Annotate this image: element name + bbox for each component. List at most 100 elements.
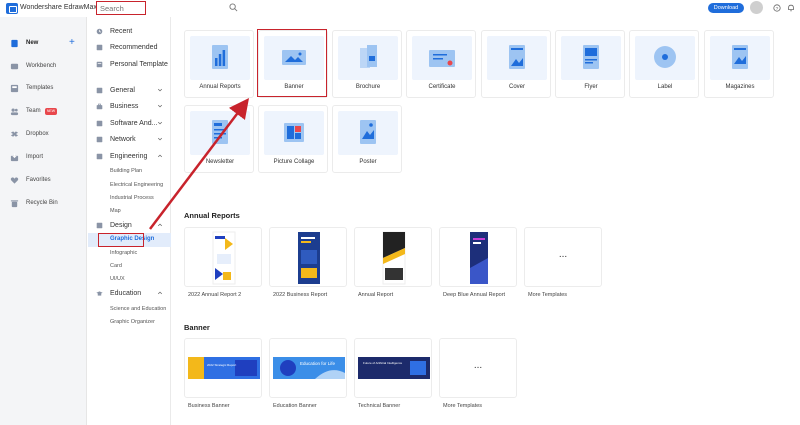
type-tile-brochure[interactable]: Brochure bbox=[332, 30, 402, 98]
personal-template-icon bbox=[96, 61, 103, 68]
template-title: More Templates bbox=[443, 403, 483, 409]
category-personal-template[interactable]: Personal Template bbox=[88, 58, 171, 72]
nav-item-import[interactable]: Import bbox=[0, 150, 87, 166]
avatar[interactable] bbox=[750, 1, 763, 14]
template-title: Education Banner bbox=[273, 403, 317, 409]
search-icon[interactable] bbox=[229, 3, 238, 12]
plus-icon[interactable]: + bbox=[69, 37, 75, 48]
template-title: Deep Blue Annual Report bbox=[443, 292, 506, 298]
chevron-up-icon bbox=[157, 291, 163, 295]
nav-item-templates[interactable]: Templates bbox=[0, 81, 87, 97]
category-business[interactable]: Business bbox=[88, 100, 171, 114]
svg-text:?: ? bbox=[776, 6, 779, 12]
bell-icon[interactable] bbox=[787, 4, 795, 12]
category-label: Recent bbox=[110, 28, 133, 35]
category-recommended[interactable]: Recommended bbox=[88, 41, 171, 55]
chevron-up-icon bbox=[157, 154, 163, 158]
subcategory-infographic[interactable]: Infographic bbox=[110, 250, 137, 256]
nav-item-new[interactable]: New + bbox=[0, 36, 87, 52]
nav-item-label: Import bbox=[26, 154, 44, 160]
workbench-icon bbox=[10, 63, 19, 70]
nav-item-workbench[interactable]: Workbench bbox=[0, 59, 87, 75]
subcategory-ui-ux[interactable]: UI/UX bbox=[110, 276, 125, 282]
tile-thumbnail bbox=[338, 111, 398, 155]
more-templates-annual-reports[interactable]: ... bbox=[524, 227, 602, 287]
subcategory-electrical-engineering[interactable]: Electrical Engineering bbox=[110, 182, 163, 188]
more-templates-banner[interactable]: ... bbox=[439, 338, 517, 398]
template-card-deep-blue-annual-report[interactable] bbox=[439, 227, 517, 287]
category-education[interactable]: Education bbox=[88, 287, 171, 301]
template-thumbnail bbox=[470, 232, 488, 284]
template-thumbnail bbox=[212, 231, 236, 285]
template-title: Technical Banner bbox=[358, 403, 401, 409]
new-badge: NEW bbox=[45, 108, 57, 115]
template-card-2022-business-report[interactable] bbox=[269, 227, 347, 287]
general-icon bbox=[96, 87, 103, 94]
tile-label: Annual Reports bbox=[199, 84, 241, 90]
cover-icon bbox=[509, 45, 525, 69]
subcategory-card[interactable]: Card bbox=[110, 263, 122, 269]
category-software[interactable]: Software And... bbox=[88, 117, 171, 131]
tile-thumbnail bbox=[338, 36, 398, 80]
nav-item-recycle-bin[interactable]: Recycle Bin bbox=[0, 196, 87, 212]
subcategory-industrial-process[interactable]: Industrial Process bbox=[110, 195, 154, 201]
banner-highlight-box bbox=[257, 29, 327, 97]
template-thumbnail bbox=[188, 357, 260, 379]
category-label: Recommended bbox=[110, 44, 158, 51]
type-tile-annual-reports[interactable]: Annual Reports bbox=[184, 30, 254, 98]
chevron-down-icon bbox=[157, 121, 163, 125]
engineering-icon bbox=[96, 153, 103, 160]
type-tile-picture-collage[interactable]: Picture Collage bbox=[258, 105, 328, 173]
tile-label: Label bbox=[657, 84, 673, 90]
template-card-business-banner[interactable]: 2022 Strategic Report bbox=[184, 338, 262, 398]
category-design[interactable]: Design bbox=[88, 219, 171, 233]
nav-item-dropbox[interactable]: Dropbox bbox=[0, 127, 87, 143]
template-card-technical-banner[interactable]: Future of Artificial Intelligence bbox=[354, 338, 432, 398]
edrawmax-window: Wondershare EdrawMax Download ? New + bbox=[0, 0, 800, 425]
nav-item-label: New bbox=[26, 40, 39, 46]
template-title: More Templates bbox=[528, 292, 568, 298]
template-card-education-banner[interactable]: Education for Life bbox=[269, 338, 347, 398]
download-button[interactable]: Download bbox=[708, 3, 744, 13]
trash-icon bbox=[10, 200, 19, 208]
title-bar: Wondershare EdrawMax Download ? bbox=[0, 0, 800, 17]
tile-label: Newsletter bbox=[205, 159, 235, 165]
type-tile-label[interactable]: Label bbox=[629, 30, 699, 98]
category-engineering[interactable]: Engineering bbox=[88, 150, 171, 164]
help-icon[interactable]: ? bbox=[773, 4, 781, 12]
subcategory-graphic-organizer[interactable]: Graphic Organizer bbox=[110, 319, 155, 325]
type-tile-cover[interactable]: Cover bbox=[481, 30, 551, 98]
tile-thumbnail bbox=[487, 36, 547, 80]
annual-report-icon bbox=[212, 45, 228, 69]
category-general[interactable]: General bbox=[88, 84, 171, 98]
type-tile-certificate[interactable]: Certificate bbox=[406, 30, 476, 98]
picture-collage-icon bbox=[284, 123, 304, 142]
nav-item-team[interactable]: Team NEW bbox=[0, 104, 87, 120]
banner-thumb-text: Education for Life bbox=[300, 361, 336, 366]
category-network[interactable]: Network bbox=[88, 133, 171, 147]
subcategory-map[interactable]: Map bbox=[110, 208, 121, 214]
banner-thumb-text: Future of Artificial Intelligence bbox=[363, 361, 403, 365]
team-icon bbox=[10, 108, 19, 116]
graphic-design-highlight-box bbox=[98, 233, 144, 247]
nav-item-label: Workbench bbox=[26, 63, 57, 69]
nav-item-favorites[interactable]: Favorites bbox=[0, 173, 87, 189]
search-bar[interactable] bbox=[96, 1, 244, 15]
business-icon bbox=[96, 103, 103, 110]
type-tile-flyer[interactable]: Flyer bbox=[555, 30, 625, 98]
nav-item-label: Favorites bbox=[26, 177, 51, 183]
type-tile-newsletter[interactable]: Newsletter bbox=[184, 105, 254, 173]
type-tile-magazines[interactable]: Magazines bbox=[704, 30, 774, 98]
template-card-annual-report[interactable] bbox=[354, 227, 432, 287]
template-title: 2022 Business Report bbox=[273, 292, 328, 298]
section-title-annual-reports: Annual Reports bbox=[184, 211, 240, 220]
chevron-down-icon bbox=[157, 104, 163, 108]
template-title: 2022 Annual Report 2 bbox=[188, 292, 242, 298]
template-title: Annual Report bbox=[358, 292, 394, 298]
type-tile-poster[interactable]: Poster bbox=[332, 105, 402, 173]
subcategory-building-plan[interactable]: Building Plan bbox=[110, 168, 142, 174]
category-recent[interactable]: Recent bbox=[88, 25, 171, 39]
template-thumbnail bbox=[273, 357, 345, 379]
subcategory-science-and-education[interactable]: Science and Education bbox=[110, 306, 166, 312]
template-card-2022-annual-report-2[interactable] bbox=[184, 227, 262, 287]
